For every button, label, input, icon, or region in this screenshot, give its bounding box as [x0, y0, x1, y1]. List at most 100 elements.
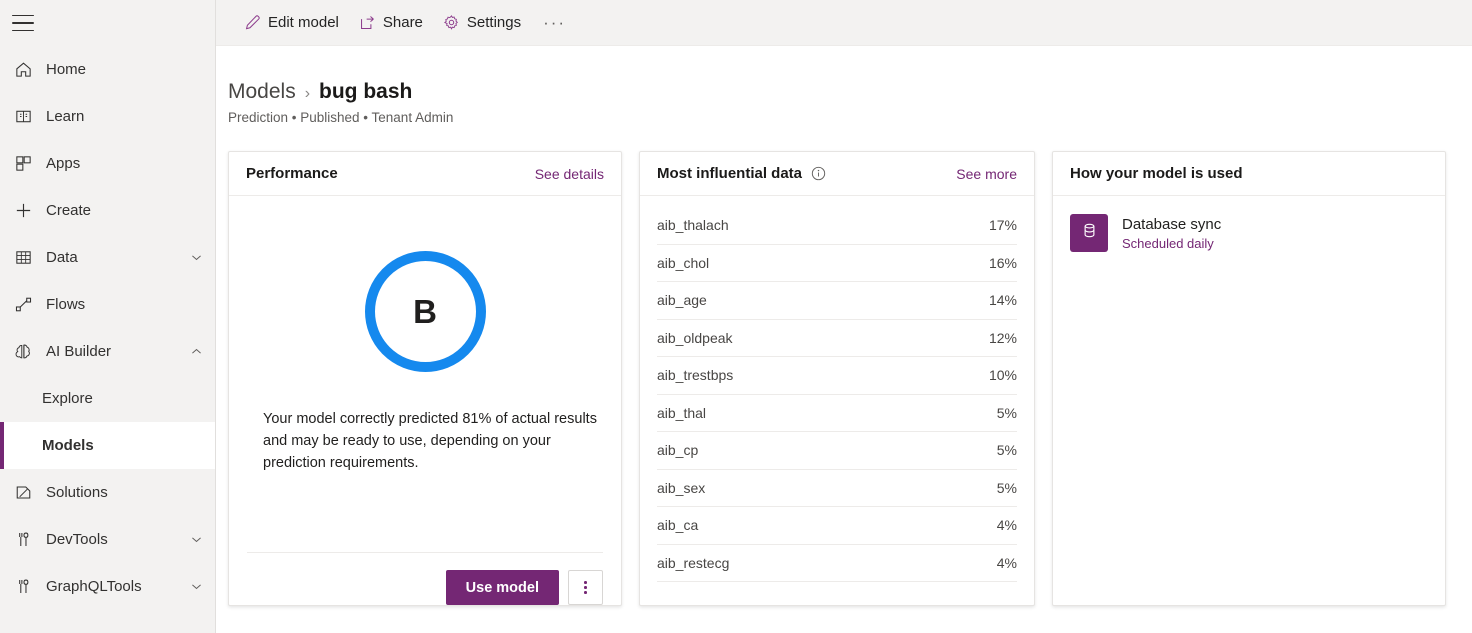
sidebar-nav-list: Home Learn Apps Create Data Flows AI Builder Ex… [0, 46, 215, 610]
main-content: Edit model Share Settings ··· Models › [216, 0, 1472, 633]
performance-card-title: Performance [246, 165, 338, 182]
influential-data-value: 10% [989, 367, 1017, 383]
tools-icon [10, 529, 36, 551]
use-model-button[interactable]: Use model [446, 570, 559, 605]
usage-item[interactable]: Database syncScheduled daily [1070, 214, 1428, 252]
influential-data-name: aib_thal [657, 405, 706, 421]
info-icon[interactable] [811, 166, 826, 181]
usage-item-tile [1070, 214, 1108, 252]
influential-data-value: 4% [997, 517, 1017, 533]
flows-icon [10, 294, 36, 316]
influential-data-name: aib_chol [657, 255, 709, 271]
edit-model-label: Edit model [268, 14, 339, 31]
page-title: bug bash [319, 80, 412, 104]
apps-grid-icon [10, 153, 36, 175]
app-root: Home Learn Apps Create Data Flows AI Builder Ex… [0, 0, 1472, 633]
table-icon [10, 247, 36, 269]
sidebar-item-home[interactable]: Home [0, 46, 215, 93]
influential-data-name: aib_trestbps [657, 367, 733, 383]
influential-data-row: aib_thalach17% [657, 207, 1017, 245]
performance-more-options-button[interactable] [568, 570, 603, 605]
hamburger-icon[interactable] [12, 15, 34, 31]
performance-grade-letter: B [413, 293, 437, 331]
sidebar-item-create[interactable]: Create [0, 187, 215, 234]
breadcrumb-line: Models › bug bash [228, 80, 1472, 104]
share-icon [359, 14, 376, 31]
influential-data-name: aib_age [657, 292, 707, 308]
chevron-down-icon[interactable] [187, 251, 205, 264]
share-button[interactable]: Share [349, 0, 433, 46]
influential-data-name: aib_sex [657, 480, 705, 496]
sidebar-item-devtools[interactable]: DevTools [0, 516, 215, 563]
usage-item-subtitle: Scheduled daily [1122, 236, 1221, 251]
influential-data-row: aib_age 14% [657, 282, 1017, 320]
home-icon [10, 59, 36, 81]
influential-data-value: 5% [997, 480, 1017, 496]
influential-card-title: Most influential data [657, 165, 826, 182]
see-details-link[interactable]: See details [535, 166, 604, 182]
influential-data-name: aib_ca [657, 517, 698, 533]
performance-grade-ring: B [365, 251, 486, 372]
sidebar-item-label: Data [46, 249, 187, 266]
usage-card-body: Database syncScheduled daily [1053, 196, 1445, 252]
sidebar-item-label: Flows [46, 296, 205, 313]
overflow-menu-button[interactable]: ··· [531, 0, 578, 46]
breadcrumb: Models › bug bash Prediction • Published… [216, 46, 1472, 125]
performance-card-footer: Use model [247, 552, 603, 605]
influential-data-value: 14% [989, 292, 1017, 308]
chevron-down-icon[interactable] [187, 533, 205, 546]
performance-card-header: Performance See details [229, 152, 621, 196]
influential-data-row: aib_thal5% [657, 395, 1017, 433]
pencil-icon [244, 14, 261, 31]
sidebar-item-label: Solutions [46, 484, 205, 501]
performance-description: Your model correctly predicted 81% of ac… [263, 408, 599, 474]
chevron-down-icon[interactable] [187, 580, 205, 593]
sidebar-item-label: Create [46, 202, 205, 219]
influential-card-header: Most influential data See more [640, 152, 1034, 196]
settings-label: Settings [467, 14, 521, 31]
sidebar-item-label: DevTools [46, 531, 187, 548]
sidebar-item-data[interactable]: Data [0, 234, 215, 281]
sidebar-item-learn[interactable]: Learn [0, 93, 215, 140]
influential-data-value: 16% [989, 255, 1017, 271]
see-more-link[interactable]: See more [956, 166, 1017, 182]
influential-data-value: 17% [989, 217, 1017, 233]
influential-data-row: aib_cp5% [657, 432, 1017, 470]
influential-data-row: aib_restecg 4% [657, 545, 1017, 583]
sidebar-item-explore[interactable]: Explore [0, 375, 215, 422]
usage-item-texts: Database syncScheduled daily [1122, 215, 1221, 251]
performance-card-body: B Your model correctly predicted 81% of … [229, 196, 621, 552]
sidebar-item-apps[interactable]: Apps [0, 140, 215, 187]
sidebar-item-flows[interactable]: Flows [0, 281, 215, 328]
sidebar-item-label: Home [46, 61, 205, 78]
influential-data-value: 4% [997, 555, 1017, 571]
sidebar-item-label: Explore [42, 390, 205, 407]
model-usage-card: How your model is used Database syncSche… [1052, 151, 1446, 606]
breadcrumb-separator-icon: › [305, 85, 310, 103]
gear-icon [443, 14, 460, 31]
book-icon [10, 106, 36, 128]
model-meta: Prediction • Published • Tenant Admin [228, 110, 1472, 125]
influential-data-row: aib_oldpeak 12% [657, 320, 1017, 358]
sidebar-item-ai-builder[interactable]: AI Builder [0, 328, 215, 375]
tools-icon [10, 576, 36, 598]
database-icon [1080, 221, 1099, 245]
influential-data-value: 12% [989, 330, 1017, 346]
sidebar-item-label: GraphQLTools [46, 578, 187, 595]
breadcrumb-parent-models[interactable]: Models [228, 80, 296, 104]
chevron-up-icon[interactable] [187, 345, 205, 358]
influential-data-name: aib_restecg [657, 555, 729, 571]
edit-model-button[interactable]: Edit model [234, 0, 349, 46]
sidebar-item-solutions[interactable]: Solutions [0, 469, 215, 516]
settings-button[interactable]: Settings [433, 0, 531, 46]
hamburger-row [0, 0, 215, 46]
vertical-dots-icon [584, 581, 587, 594]
share-label: Share [383, 14, 423, 31]
sidebar-item-models[interactable]: Models [0, 422, 215, 469]
influential-data-name: aib_oldpeak [657, 330, 733, 346]
sidebar-item-label: Learn [46, 108, 205, 125]
usage-card-title: How your model is used [1070, 165, 1243, 182]
sidebar-item-graphqltools[interactable]: GraphQLTools [0, 563, 215, 610]
solutions-icon [10, 482, 36, 504]
usage-item-name: Database sync [1122, 215, 1221, 235]
